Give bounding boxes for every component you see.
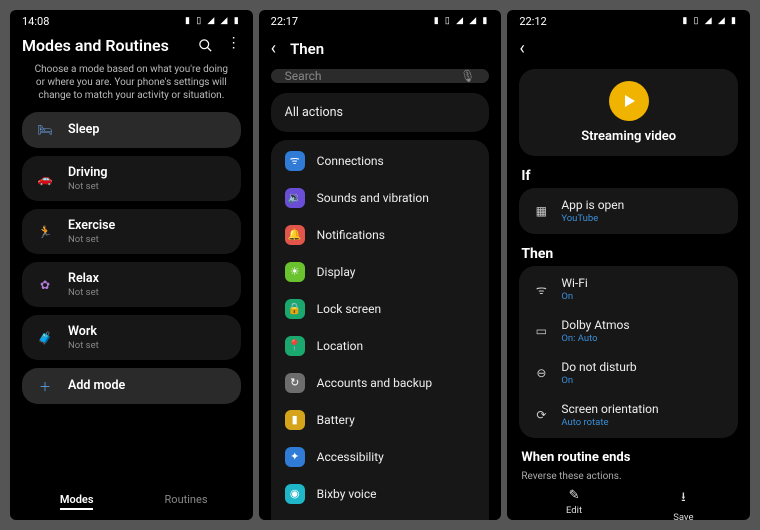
lock-icon: 🔒: [285, 299, 305, 319]
routine-title: Streaming video: [581, 129, 676, 144]
save-button[interactable]: ⭳ Save: [629, 488, 738, 520]
save-icon: ⭳: [681, 488, 686, 510]
bottom-actions: ✎ Edit ⭳ Save: [519, 482, 738, 520]
action-music[interactable]: ♪ Music: [271, 512, 490, 520]
page-description: Choose a mode based on what you're doing…: [30, 63, 233, 102]
battery-icon: ▮: [285, 410, 305, 430]
screen-routine-detail: 22:12 ▮ ▯ ◢ ◢ ▮ ‹ Streaming video If ▦ A…: [507, 10, 750, 520]
then-heading: Then: [521, 246, 736, 262]
end-heading: When routine ends: [521, 450, 736, 465]
sound-icon: 🔉: [285, 188, 305, 208]
action-notifications[interactable]: 🔔 Notifications: [271, 216, 490, 253]
bell-icon: 🔔: [285, 225, 305, 245]
apps-icon: ▦: [533, 204, 549, 218]
add-mode-button[interactable]: ＋ Add mode: [22, 368, 241, 404]
page-title: Then: [290, 40, 324, 58]
briefcase-icon: 🧳: [36, 331, 54, 345]
routine-header: Streaming video: [519, 69, 738, 156]
bixby-icon: ◉: [285, 484, 305, 504]
status-bar: 22:17 ▮ ▯ ◢ ◢ ▮: [259, 10, 502, 32]
dolby-icon: ▭: [533, 324, 549, 338]
search-input[interactable]: Search 🎙: [271, 69, 490, 83]
action-categories: ᯤ Connections 🔉 Sounds and vibration 🔔 N…: [271, 140, 490, 520]
if-heading: If: [521, 168, 736, 184]
mode-sublabel: Not set: [68, 181, 108, 192]
tab-routines[interactable]: Routines: [131, 493, 240, 506]
mode-label: Sleep: [68, 121, 99, 139]
wifi-icon: ᯤ: [533, 281, 549, 298]
run-icon: 🏃: [36, 225, 54, 239]
back-icon[interactable]: ‹: [519, 38, 524, 59]
status-icons: ▮ ▯ ◢ ◢ ▮: [434, 16, 490, 26]
bed-icon: 🛏: [36, 123, 54, 137]
mode-sublabel: Not set: [68, 234, 115, 245]
then-actions: ᯤ Wi-Fi On ▭ Dolby Atmos On: Auto ⊖: [519, 266, 738, 438]
mode-sublabel: Not set: [68, 340, 99, 351]
mode-label: Relax: [68, 271, 99, 286]
add-mode-label: Add mode: [68, 377, 125, 395]
status-icons: ▮ ▯ ◢ ◢ ▮: [185, 16, 241, 26]
page-title: Modes and Routines: [22, 36, 169, 55]
action-display[interactable]: ☀ Display: [271, 253, 490, 290]
wifi-icon: ᯤ: [285, 151, 305, 171]
car-icon: 🚗: [36, 172, 54, 186]
pin-icon: 📍: [285, 336, 305, 356]
bottom-tabs: Modes Routines: [22, 485, 241, 516]
mode-label: Exercise: [68, 218, 115, 233]
mode-sublabel: Not set: [68, 287, 99, 298]
mode-sleep[interactable]: 🛏 Sleep: [22, 112, 241, 148]
then-orientation[interactable]: ⟳ Screen orientation Auto rotate: [519, 394, 738, 436]
sync-icon: ↻: [285, 373, 305, 393]
mode-exercise[interactable]: 🏃 Exercise Not set: [22, 209, 241, 254]
then-dolby[interactable]: ▭ Dolby Atmos On: Auto: [519, 310, 738, 352]
all-actions-button[interactable]: All actions: [271, 93, 490, 132]
if-conditions: ▦ App is open YouTube: [519, 188, 738, 234]
dnd-icon: ⊖: [533, 366, 549, 380]
status-bar: 22:12 ▮ ▯ ◢ ◢ ▮: [507, 10, 750, 32]
action-sounds[interactable]: 🔉 Sounds and vibration: [271, 179, 490, 216]
action-accounts[interactable]: ↻ Accounts and backup: [271, 364, 490, 401]
leaf-icon: ✿: [36, 278, 54, 292]
mode-work[interactable]: 🧳 Work Not set: [22, 315, 241, 360]
mode-label: Work: [68, 324, 99, 339]
play-icon: [609, 81, 649, 121]
action-battery[interactable]: ▮ Battery: [271, 401, 490, 438]
then-dnd[interactable]: ⊖ Do not disturb On: [519, 352, 738, 394]
tab-modes[interactable]: Modes: [22, 493, 131, 506]
search-icon[interactable]: [198, 38, 213, 53]
action-connections[interactable]: ᯤ Connections: [271, 142, 490, 179]
action-lockscreen[interactable]: 🔒 Lock screen: [271, 290, 490, 327]
edit-button[interactable]: ✎ Edit: [519, 488, 628, 520]
rotate-icon: ⟳: [533, 408, 549, 422]
status-icons: ▮ ▯ ◢ ◢ ▮: [682, 16, 738, 26]
mode-label: Driving: [68, 165, 108, 180]
more-icon[interactable]: ⋮: [227, 38, 241, 53]
end-description: Reverse these actions.: [521, 471, 736, 482]
search-placeholder: Search: [285, 69, 322, 83]
cond-app-open[interactable]: ▦ App is open YouTube: [519, 190, 738, 232]
plus-icon: ＋: [36, 378, 54, 395]
action-accessibility[interactable]: ✦ Accessibility: [271, 438, 490, 475]
screen-then-actions: 22:17 ▮ ▯ ◢ ◢ ▮ ‹ Then Search 🎙 All acti…: [259, 10, 502, 520]
clock: 14:08: [22, 15, 49, 28]
screen-modes: 14:08 ▮ ▯ ◢ ◢ ▮ Modes and Routines ⋮ Cho…: [10, 10, 253, 520]
mode-relax[interactable]: ✿ Relax Not set: [22, 262, 241, 307]
action-bixby[interactable]: ◉ Bixby voice: [271, 475, 490, 512]
accessibility-icon: ✦: [285, 447, 305, 467]
status-bar: 14:08 ▮ ▯ ◢ ◢ ▮: [10, 10, 253, 32]
then-wifi[interactable]: ᯤ Wi-Fi On: [519, 268, 738, 310]
clock: 22:12: [519, 15, 546, 28]
sun-icon: ☀: [285, 262, 305, 282]
action-location[interactable]: 📍 Location: [271, 327, 490, 364]
clock: 22:17: [271, 15, 298, 28]
back-icon[interactable]: ‹: [271, 38, 276, 59]
mic-icon[interactable]: 🎙: [460, 69, 475, 83]
mode-driving[interactable]: 🚗 Driving Not set: [22, 156, 241, 201]
pencil-icon: ✎: [569, 488, 580, 503]
